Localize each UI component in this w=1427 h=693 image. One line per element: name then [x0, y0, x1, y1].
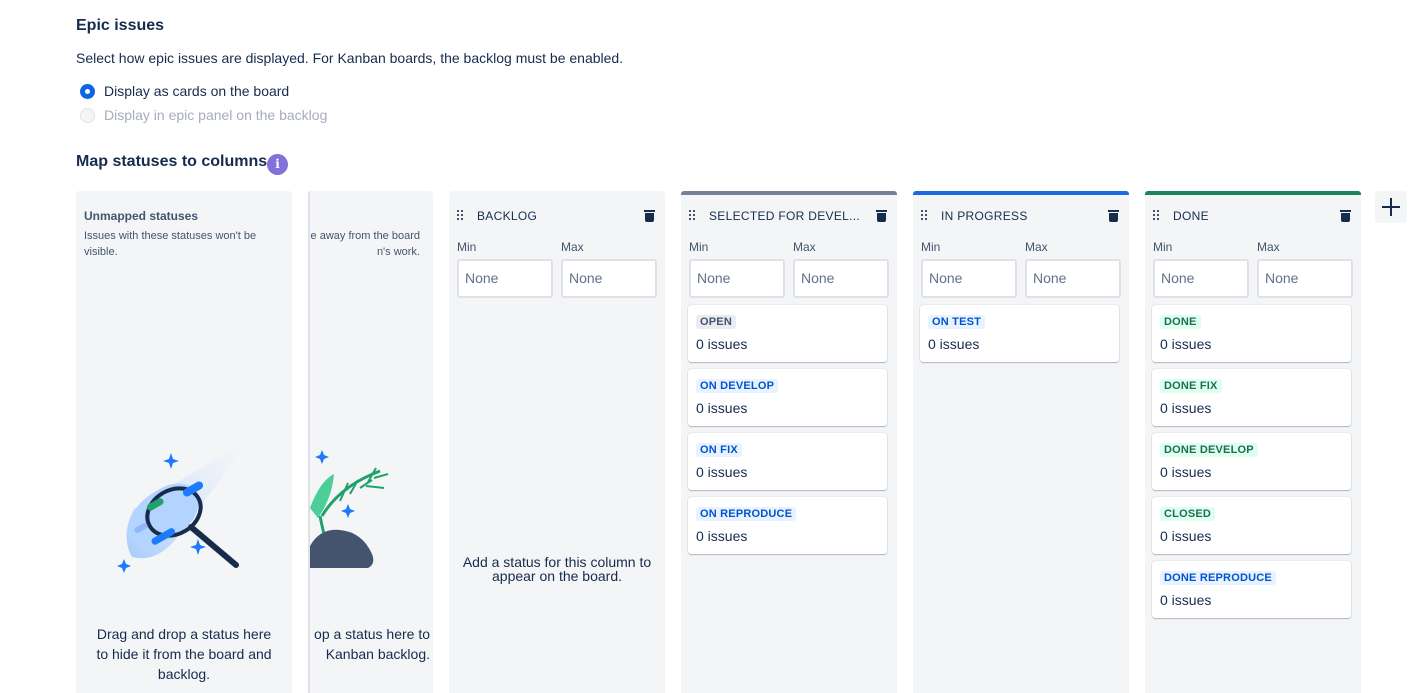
- column-header: IN PROGRESS: [921, 208, 1119, 224]
- trash-icon[interactable]: [644, 210, 655, 222]
- unmapped-statuses-column: Unmapped statuses Issues with these stat…: [76, 191, 292, 693]
- max-label: Max: [561, 240, 584, 254]
- max-label: Max: [1025, 240, 1048, 254]
- epic-option-panel: Display in epic panel on the backlog: [80, 107, 327, 123]
- status-lozenge: ON TEST: [928, 315, 986, 329]
- status-card-done-develop[interactable]: DONE DEVELOP 0 issues: [1152, 433, 1351, 490]
- status-card-done[interactable]: DONE 0 issues: [1152, 305, 1351, 362]
- unmapped-drop-text: Drag and drop a status here to hide it f…: [96, 626, 272, 682]
- drag-handle-icon[interactable]: [921, 210, 931, 222]
- badminton-illustration-icon: [117, 445, 240, 573]
- status-lozenge: ON FIX: [696, 443, 742, 457]
- drag-handle-icon[interactable]: [689, 210, 699, 222]
- max-input[interactable]: None: [1025, 259, 1121, 298]
- status-lozenge: DONE DEVELOP: [1160, 443, 1258, 457]
- plant-illustration-icon: [310, 450, 389, 568]
- status-lozenge: ON REPRODUCE: [696, 507, 797, 521]
- info-icon[interactable]: i: [267, 154, 288, 175]
- unmapped-statuses-description: Issues with these statuses won't be visi…: [84, 230, 257, 258]
- status-card-on-fix[interactable]: ON FIX 0 issues: [688, 433, 887, 490]
- status-lozenge: OPEN: [696, 315, 736, 329]
- map-statuses-title: Map statuses to columns: [76, 153, 268, 170]
- column-name[interactable]: IN PROGRESS: [941, 209, 1108, 223]
- min-label: Min: [689, 240, 709, 254]
- status-card-on-develop[interactable]: ON DEVELOP 0 issues: [688, 369, 887, 426]
- add-column-plus-icon[interactable]: [1375, 191, 1407, 223]
- status-lozenge: CLOSED: [1160, 507, 1216, 521]
- kanban-backlog-column: g e away from the board n's work. op a s…: [308, 191, 433, 693]
- radio-checked-icon[interactable]: [80, 83, 95, 99]
- trash-icon[interactable]: [1340, 210, 1351, 222]
- status-issue-count: 0 issues: [1160, 592, 1212, 608]
- status-card-closed[interactable]: CLOSED 0 issues: [1152, 497, 1351, 554]
- max-input[interactable]: None: [1257, 259, 1353, 298]
- status-card-open[interactable]: OPEN 0 issues: [688, 305, 887, 362]
- column-backlog[interactable]: BACKLOG Min Max None None Add a status fo…: [449, 191, 665, 693]
- status-issue-count: 0 issues: [696, 336, 748, 352]
- status-card-done-reproduce[interactable]: DONE REPRODUCE 0 issues: [1152, 561, 1351, 618]
- max-label: Max: [793, 240, 816, 254]
- status-card-done-fix[interactable]: DONE FIX 0 issues: [1152, 369, 1351, 426]
- status-issue-count: 0 issues: [1160, 528, 1212, 544]
- status-issue-count: 0 issues: [696, 400, 748, 416]
- min-label: Min: [457, 240, 477, 254]
- min-label: Min: [1153, 240, 1173, 254]
- status-lozenge: ON DEVELOP: [696, 379, 779, 393]
- status-issue-count: 0 issues: [928, 336, 980, 352]
- status-card-on-reproduce[interactable]: ON REPRODUCE 0 issues: [688, 497, 887, 554]
- min-input[interactable]: None: [921, 259, 1017, 298]
- column-name[interactable]: DONE: [1173, 209, 1340, 223]
- column-done[interactable]: DONE Min Max None None DONE 0 issues DONE…: [1145, 191, 1361, 693]
- column-in-progress[interactable]: IN PROGRESS Min Max None None ON TEST 0 i…: [913, 191, 1129, 693]
- status-issue-count: 0 issues: [1160, 336, 1212, 352]
- drag-handle-icon[interactable]: [1153, 210, 1163, 222]
- max-input[interactable]: None: [793, 259, 889, 298]
- unmapped-statuses-title: Unmapped statuses: [84, 209, 199, 223]
- column-header: BACKLOG: [457, 208, 655, 224]
- max-label: Max: [1257, 240, 1280, 254]
- min-input[interactable]: None: [457, 259, 553, 298]
- epic-option-panel-label: Display in epic panel on the backlog: [104, 107, 328, 123]
- drag-handle-icon[interactable]: [457, 210, 467, 222]
- max-input[interactable]: None: [561, 259, 657, 298]
- min-input[interactable]: None: [689, 259, 785, 298]
- column-name[interactable]: SELECTED FOR DEVEL...: [709, 209, 876, 223]
- status-issue-count: 0 issues: [1160, 400, 1212, 416]
- kanban-backlog-description: e away from the board n's work.: [310, 230, 420, 258]
- column-selected-for-development[interactable]: SELECTED FOR DEVEL... Min Max None None O…: [681, 191, 897, 693]
- trash-icon[interactable]: [1108, 210, 1119, 222]
- status-lozenge: DONE: [1160, 315, 1201, 329]
- status-issue-count: 0 issues: [1160, 464, 1212, 480]
- trash-icon[interactable]: [876, 210, 887, 222]
- kanban-backlog-drop-text: op a status here to Kanban backlog.: [314, 626, 430, 662]
- column-header: SELECTED FOR DEVEL...: [689, 208, 887, 224]
- epic-issues-title: Epic issues: [76, 17, 165, 34]
- column-header: DONE: [1153, 208, 1351, 224]
- status-lozenge: DONE REPRODUCE: [1160, 571, 1276, 585]
- epic-option-cards-label: Display as cards on the board: [104, 83, 290, 99]
- status-card-on-test[interactable]: ON TEST 0 issues: [920, 305, 1119, 362]
- status-lozenge: DONE FIX: [1160, 379, 1222, 393]
- epic-option-cards[interactable]: Display as cards on the board: [80, 83, 289, 99]
- backlog-empty-text: Add a status for this column to appear o…: [462, 554, 652, 584]
- status-issue-count: 0 issues: [696, 464, 748, 480]
- min-input[interactable]: None: [1153, 259, 1249, 298]
- epic-issues-description: Select how epic issues are displayed. Fo…: [76, 50, 624, 66]
- min-label: Min: [921, 240, 941, 254]
- column-name[interactable]: BACKLOG: [477, 209, 644, 223]
- radio-disabled-icon: [80, 107, 95, 123]
- status-issue-count: 0 issues: [696, 528, 748, 544]
